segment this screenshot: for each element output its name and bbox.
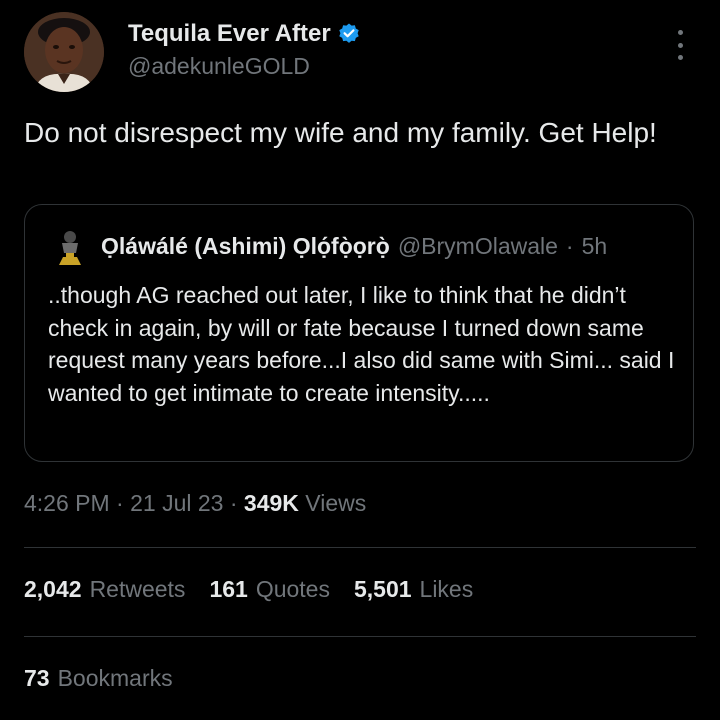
- author-display-name[interactable]: Tequila Ever After: [128, 20, 331, 48]
- tweet-time[interactable]: 4:26 PM: [24, 490, 110, 516]
- retweets-label: Retweets: [89, 576, 186, 602]
- bookmarks-stat[interactable]: 73 Bookmarks: [24, 665, 173, 692]
- separator-dot: ·: [229, 490, 238, 516]
- likes-stat[interactable]: 5,501 Likes: [354, 576, 473, 603]
- bookmarks-label: Bookmarks: [57, 665, 173, 691]
- quoted-tweet-time[interactable]: 5h: [582, 233, 608, 260]
- divider: [24, 636, 696, 637]
- author-name-row: Tequila Ever After: [128, 20, 361, 48]
- likes-label: Likes: [419, 576, 474, 602]
- retweets-stat[interactable]: 2,042 Retweets: [24, 576, 185, 603]
- quoted-author-handle[interactable]: @BrymOlawale: [398, 233, 558, 260]
- quoted-tweet-text: ..though AG reached out later, I like to…: [48, 282, 675, 406]
- author-handle[interactable]: @adekunleGOLD: [128, 53, 310, 80]
- quoted-author-avatar[interactable]: [57, 229, 83, 265]
- verified-badge-icon: [337, 22, 361, 46]
- divider: [24, 547, 696, 548]
- author-avatar[interactable]: [24, 12, 104, 92]
- views-label: Views: [305, 490, 367, 516]
- views-count: 349K: [243, 490, 299, 516]
- quotes-label: Quotes: [255, 576, 330, 602]
- tweet-text: Do not disrespect my wife and my family.…: [24, 117, 657, 148]
- bookmarks-count: 73: [24, 665, 50, 691]
- quoted-tweet-header: Ọláwálé (Ashimi) Ọlọ́fọ̀ọrọ̀ @BrymOlawal…: [101, 233, 607, 260]
- quotes-stat[interactable]: 161 Quotes: [209, 576, 330, 603]
- tweet-date[interactable]: 21 Jul 23: [130, 490, 223, 516]
- likes-count: 5,501: [353, 576, 412, 602]
- engagement-stats: 2,042 Retweets 161 Quotes 5,501 Likes: [24, 576, 473, 603]
- retweets-count: 2,042: [24, 576, 82, 602]
- more-vertical-icon[interactable]: [670, 30, 690, 60]
- tweet-meta: 4:26 PM · 21 Jul 23 · 349K Views: [24, 490, 366, 517]
- quoted-tweet-card[interactable]: Ọláwálé (Ashimi) Ọlọ́fọ̀ọrọ̀ @BrymOlawal…: [24, 204, 694, 462]
- separator-dot: ·: [565, 233, 574, 259]
- quoted-author-name[interactable]: Ọláwálé (Ashimi) Ọlọ́fọ̀ọrọ̀: [101, 233, 390, 260]
- quotes-count: 161: [209, 576, 248, 602]
- separator-dot: ·: [116, 490, 124, 516]
